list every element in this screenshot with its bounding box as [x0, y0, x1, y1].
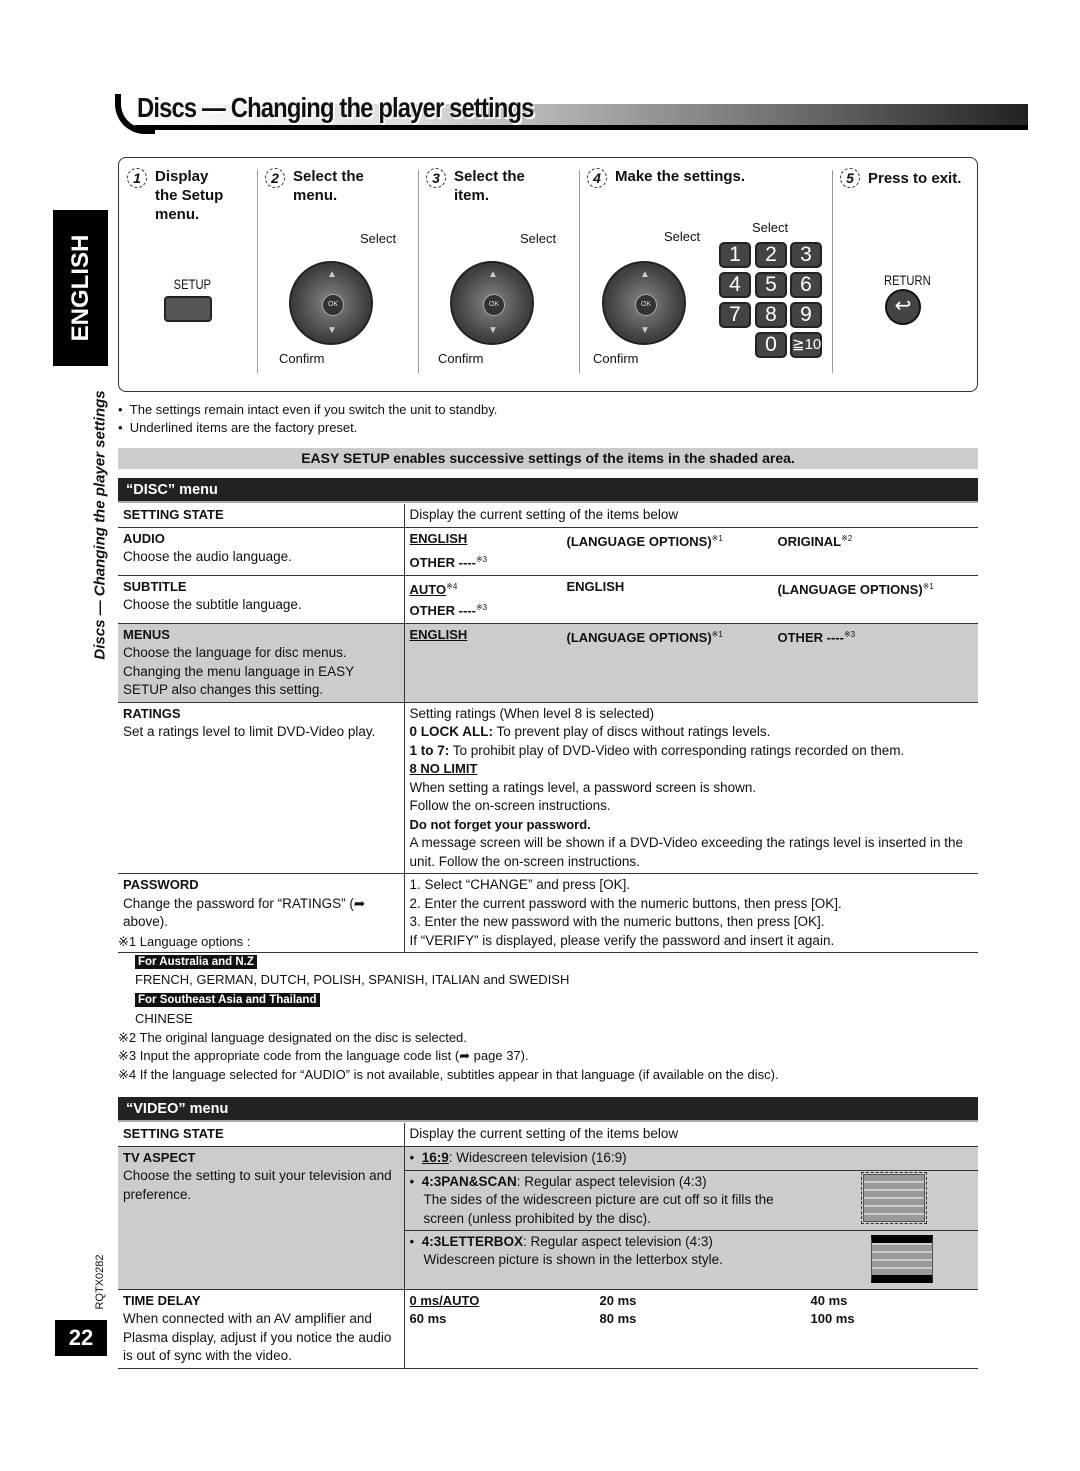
table-row: AUDIO Choose the audio language. ENGLISH(… — [118, 527, 978, 576]
table-row: SUBTITLE Choose the subtitle language. AU… — [118, 575, 978, 624]
pan-scan-picture — [860, 1171, 927, 1224]
easy-setup-note: EASY SETUP enables successive settings o… — [118, 448, 978, 469]
step-4: 4 Make the settings. Select ▲ OK ▼ Confirm… — [579, 158, 833, 391]
video-menu-table: SETTING STATE Display the current setting… — [118, 1123, 978, 1369]
footnote: ※2 The original language designated on t… — [118, 1030, 467, 1045]
table-row: TIME DELAY When connected with an AV ampl… — [118, 1289, 978, 1369]
step-2: 2 Select the menu. Select ▲ OK ▼ Confirm — [257, 158, 419, 391]
table-row: MENUS Choose the language for disc menus.… — [118, 623, 978, 703]
disc-menu-header: “DISC” menu — [118, 478, 978, 503]
document-code: RQTX0282 — [94, 1254, 106, 1310]
step-1: 1 Display the Setup menu. SETUP — [119, 158, 259, 391]
region-badge: For Australia and N.Z — [135, 955, 257, 969]
numeric-key: 4 — [719, 272, 751, 298]
note-item: • The settings remain intact even if you… — [118, 402, 498, 417]
cursor-dial-icon: ▲ OK ▼ — [450, 261, 534, 345]
numeric-key: 2 — [755, 242, 787, 268]
letterbox-picture — [870, 1234, 933, 1283]
table-row: TV ASPECT Choose the setting to suit your… — [118, 1146, 978, 1290]
footnote: CHINESE — [135, 1011, 193, 1026]
numeric-key: 1 — [719, 242, 751, 268]
disc-menu-table: SETTING STATE Display the current setting… — [118, 504, 978, 953]
footnote: ※4 If the language selected for “AUDIO” … — [118, 1067, 779, 1082]
table-row: RATINGS Set a ratings level to limit DVD-… — [118, 702, 978, 874]
table-row: SETTING STATE Display the current setting… — [118, 1123, 978, 1147]
numeric-key: 6 — [790, 272, 822, 298]
page-title-banner: Discs — Changing the player settings — [115, 92, 1028, 136]
step-5: 5 Press to exit. RETURN ↩ — [832, 158, 979, 391]
cursor-dial-icon: ▲ OK ▼ — [602, 261, 686, 345]
numeric-key: 5 — [755, 272, 787, 298]
page-number: 22 — [55, 1320, 107, 1356]
numeric-key: 7 — [719, 302, 751, 328]
footnote: ※3 Input the appropriate code from the l… — [118, 1048, 529, 1063]
footnote: FRENCH, GERMAN, DUTCH, POLISH, SPANISH, … — [135, 972, 570, 987]
side-section-title: Discs — Changing the player settings — [91, 390, 109, 660]
numeric-key: ≧10 — [790, 332, 822, 358]
numeric-key: 8 — [755, 302, 787, 328]
cursor-dial-icon: ▲ OK ▼ — [289, 261, 373, 345]
step-3: 3 Select the item. Select ▲ OK ▼ Confirm — [418, 158, 580, 391]
setup-button-icon — [164, 296, 212, 322]
region-badge: For Southeast Asia and Thailand — [135, 993, 320, 1007]
numeric-key: 3 — [790, 242, 822, 268]
table-row: SETTING STATE Display the current setting… — [118, 504, 978, 528]
video-menu-header: “VIDEO” menu — [118, 1097, 978, 1122]
note-item: • Underlined items are the factory prese… — [118, 420, 358, 435]
numeric-key: 0 — [755, 332, 787, 358]
return-button-icon: ↩ — [885, 289, 921, 325]
page-title: Discs — Changing the player settings — [137, 92, 534, 123]
steps-panel: 1 Display the Setup menu. SETUP 2 Select… — [118, 157, 978, 392]
numeric-key: 9 — [790, 302, 822, 328]
footnote: ※1 Language options : — [118, 934, 251, 949]
language-tab: ENGLISH — [53, 210, 108, 366]
